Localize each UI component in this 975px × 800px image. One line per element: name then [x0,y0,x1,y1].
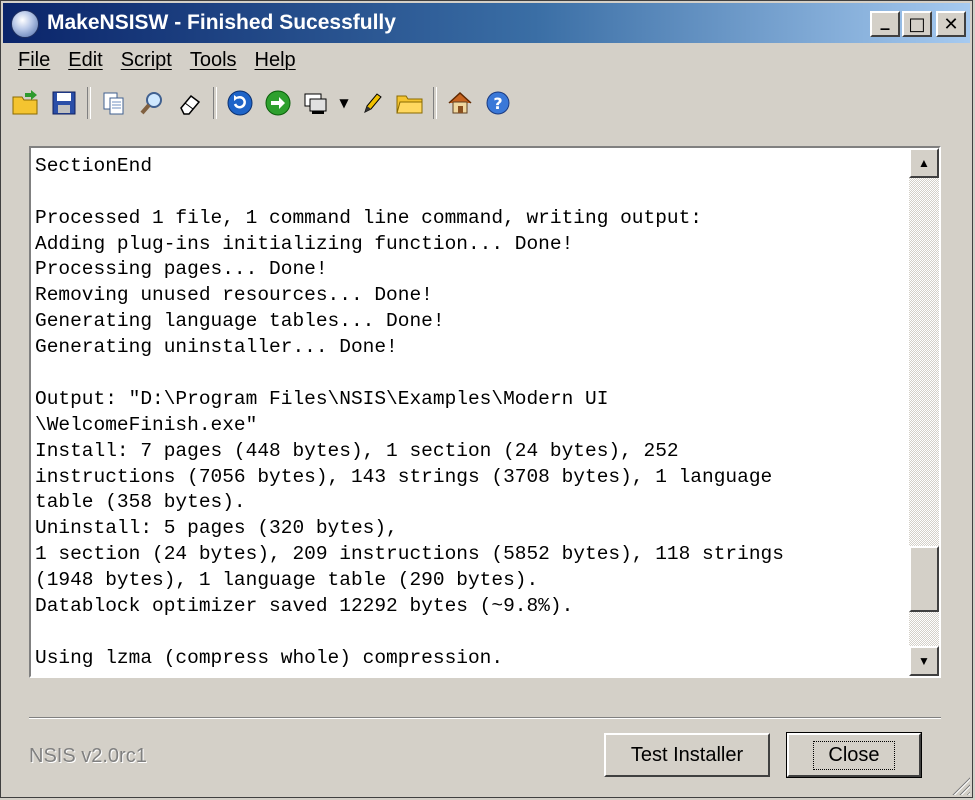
log-line: Generating language tables... Done! [35,310,445,333]
menu-edit[interactable]: Edit [59,49,111,72]
toolbar: ▼ ? [7,81,517,125]
version-label: NSIS v2.0rc1 [29,745,147,767]
toolbar-separator [433,87,437,119]
close-label: Close [813,740,895,770]
scroll-down-icon: ▼ [918,654,930,668]
log-line: instructions (7056 bytes), 143 strings (… [35,465,773,488]
menu-tools[interactable]: Tools [181,49,246,72]
home-icon[interactable] [441,84,479,122]
menu-script[interactable]: Script [112,49,181,72]
save-output-icon[interactable] [45,84,83,122]
output-log[interactable]: SectionEnd Processed 1 file, 1 command li… [29,146,941,678]
nsis-app-icon[interactable] [11,10,39,38]
log-line: \WelcomeFinish.exe" [35,413,258,436]
log-line: Adding plug-ins initializing function...… [35,232,574,255]
scrollbar-thumb[interactable] [909,546,939,612]
window-title: MakeNSISW - Finished Sucessfully [47,11,396,34]
log-line: Processed 1 file, 1 command line command… [35,206,703,229]
log-line: Datablock optimizer saved 12292 bytes (~… [35,595,574,618]
scroll-up-button[interactable]: ▲ [909,148,939,178]
log-line: table (358 bytes). [35,491,246,514]
scroll-down-button[interactable]: ▼ [909,646,939,676]
close-window-button[interactable]: ✕ [936,11,966,37]
compressor-icon[interactable] [297,84,335,122]
test-installer-label: Test Installer [630,743,744,766]
browse-folder-icon[interactable] [391,84,429,122]
minimize-button[interactable]: _ [870,9,900,37]
log-line: Uninstall: 5 pages (320 bytes), [35,517,398,540]
recompile-icon[interactable] [221,84,259,122]
log-line: Output: "D:\Program Files\NSIS\Examples\… [35,387,609,410]
maximize-button[interactable]: □ [902,11,932,37]
log-line: Removing unused resources... Done! [35,284,433,307]
log-line: SectionEnd [35,154,153,177]
menu-help[interactable]: Help [246,49,305,72]
find-icon[interactable] [133,84,171,122]
minimize-icon: _ [880,9,890,31]
menu-file[interactable]: File [9,49,59,72]
clear-log-icon[interactable] [171,84,209,122]
scroll-up-icon: ▲ [918,156,930,170]
dropdown-arrow-icon[interactable]: ▼ [335,84,353,122]
help-icon[interactable]: ? [479,84,517,122]
log-line: Processing pages... Done! [35,258,328,281]
title-bar[interactable]: MakeNSISW - Finished Sucessfully _ □ ✕ [3,3,970,43]
test-run-icon[interactable] [259,84,297,122]
test-installer-button[interactable]: Test Installer [604,733,770,777]
log-line: Using lzma (compress whole) compression. [35,646,504,669]
open-script-icon[interactable] [7,84,45,122]
log-line: 1 section (24 bytes), 209 instructions (… [35,543,784,566]
main-window: MakeNSISW - Finished Sucessfully _ □ ✕ F… [0,0,973,798]
log-text: SectionEnd Processed 1 file, 1 command li… [35,148,905,672]
menu-bar: File Edit Script Tools Help [9,45,305,75]
edit-script-icon[interactable] [353,84,391,122]
maximize-icon: □ [908,13,926,35]
log-line: Install: 7 pages (448 bytes), 1 section … [35,439,679,462]
resize-grip[interactable] [952,777,970,795]
close-button[interactable]: Close [786,732,922,778]
log-line-partial [35,148,905,154]
toolbar-separator [213,87,217,119]
footer-divider [29,717,941,719]
log-line: (1948 bytes), 1 language table (290 byte… [35,569,539,592]
copy-icon[interactable] [95,84,133,122]
svg-text:?: ? [493,94,502,113]
close-icon: ✕ [943,13,959,35]
vertical-scrollbar[interactable]: ▲ ▼ [909,148,939,676]
toolbar-separator [87,87,91,119]
log-line: Generating uninstaller... Done! [35,336,398,359]
